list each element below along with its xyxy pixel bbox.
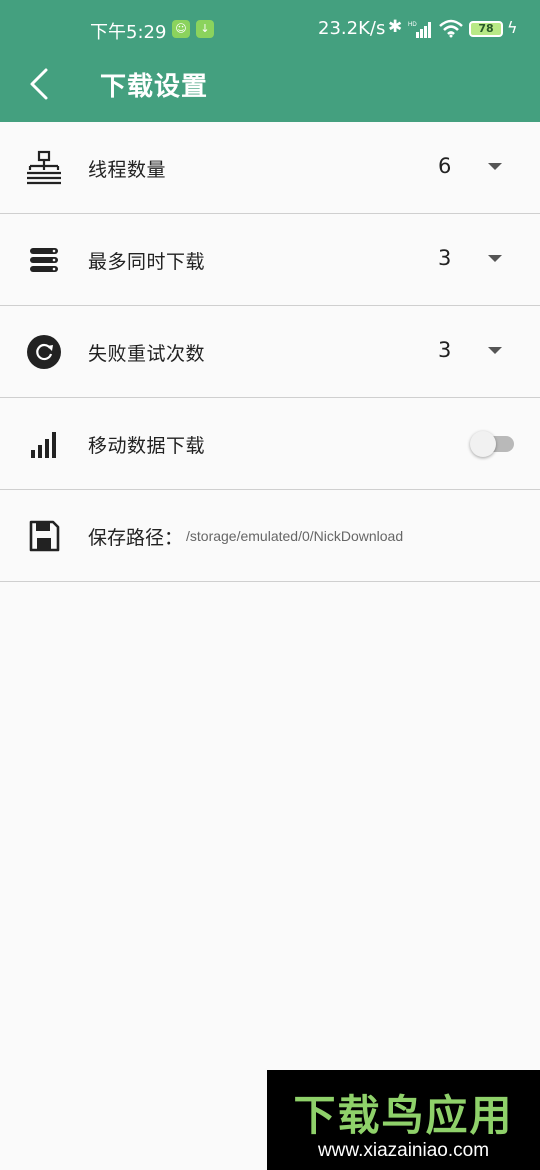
download-notification-icon: ↓ — [196, 20, 214, 38]
setting-thread-count[interactable]: 线程数量 6 — [0, 122, 540, 214]
cell-signal-icon: HD — [408, 22, 431, 38]
battery-level: 78 — [469, 21, 503, 37]
network-speed: 23.2K/s — [318, 18, 386, 39]
floppy-disk-icon — [29, 520, 60, 552]
dropdown-caret-icon[interactable] — [488, 347, 502, 354]
watermark-logo: 下载鸟应用 www.xiazainiao.com — [267, 1070, 540, 1170]
setting-retry-count[interactable]: 失败重试次数 3 — [0, 306, 540, 398]
dropdown-caret-icon[interactable] — [488, 163, 502, 170]
setting-max-concurrent[interactable]: 最多同时下载 3 — [0, 214, 540, 306]
android-notification-icon: ☺ — [172, 20, 190, 38]
setting-save-path[interactable]: 保存路径： /storage/emulated/0/NickDownload — [0, 490, 540, 582]
setting-label: 失败重试次数 — [88, 343, 206, 365]
charging-icon: ϟ — [507, 18, 518, 37]
status-time: 下午5:29 — [90, 22, 167, 43]
setting-mobile-data[interactable]: 移动数据下载 — [0, 398, 540, 490]
retry-count-value[interactable]: 3 — [438, 338, 451, 362]
status-bar: 下午5:29 ☺ ↓ 23.2K/s ✱ HD 78 ϟ — [0, 0, 540, 60]
dropdown-caret-icon[interactable] — [488, 255, 502, 262]
save-path-value[interactable]: /storage/emulated/0/NickDownload — [186, 528, 403, 544]
page-title: 下载设置 — [100, 72, 209, 102]
stack-icon — [30, 248, 58, 272]
back-arrow-icon[interactable] — [24, 62, 64, 106]
network-tree-icon — [27, 150, 61, 185]
settings-list: 线程数量 6 最多同时下载 3 失败重试次数 3 移动数据下载 保存路径： /s… — [0, 122, 540, 582]
watermark-title: 下载鸟应用 — [293, 1091, 514, 1140]
mobile-data-toggle[interactable] — [470, 431, 514, 457]
hd-label: HD — [408, 22, 417, 28]
thread-count-value[interactable]: 6 — [438, 154, 451, 178]
setting-label: 线程数量 — [88, 159, 167, 181]
watermark-url: www.xiazainiao.com — [317, 1140, 490, 1161]
max-concurrent-value[interactable]: 3 — [438, 246, 451, 270]
setting-label: 最多同时下载 — [88, 251, 206, 273]
signal-bars-icon — [31, 432, 56, 458]
refresh-icon — [27, 335, 61, 369]
wifi-icon — [439, 19, 463, 38]
toggle-thumb[interactable] — [470, 431, 496, 457]
setting-label: 移动数据下载 — [88, 435, 206, 457]
save-path-label: 保存路径： — [88, 527, 184, 549]
bluetooth-icon: ✱ — [388, 17, 403, 37]
